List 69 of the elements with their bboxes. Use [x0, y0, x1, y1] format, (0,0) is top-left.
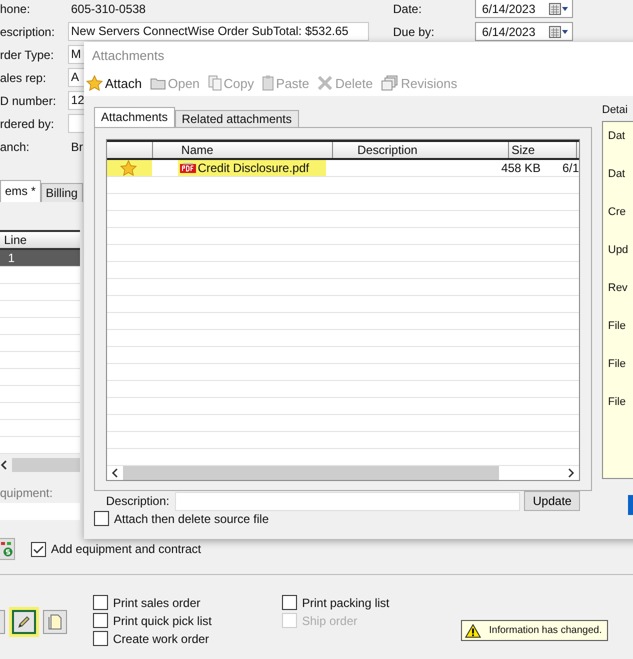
column-header: Name: [179, 142, 334, 158]
field-label: rdered by:: [0, 116, 56, 130]
tab[interactable]: ems *: [0, 180, 41, 202]
toolbar-button[interactable]: [0, 610, 5, 634]
detail-label: Rev: [608, 282, 629, 294]
detail-label: Cre: [608, 206, 627, 218]
print-option-checkbox[interactable]: Print quick pick list: [93, 613, 260, 628]
tab[interactable]: Related attachments: [174, 110, 299, 127]
text-field[interactable]: New Servers ConnectWise Order SubTotal: $532.65: [68, 22, 369, 41]
delete-icon: [317, 75, 334, 91]
window-title: Attachments: [91, 47, 166, 65]
date-field[interactable]: 6/14/2023: [475, 22, 573, 41]
table-row[interactable]: Credit Disclosure.pdf 458 KB 6/1: [107, 160, 579, 177]
print-option-checkbox[interactable]: Print sales order: [93, 595, 260, 610]
field-label: Due by:: [393, 24, 436, 38]
field-label: anch:: [0, 140, 30, 154]
detail-label: Dat: [608, 130, 626, 142]
detail-label: Upd: [608, 244, 630, 256]
field-value: 605-310-0538: [70, 2, 146, 16]
status-message: Information has changed.: [461, 620, 608, 641]
detail-label: Dat: [608, 168, 626, 180]
warning-icon: [465, 624, 481, 638]
star-icon: [120, 160, 138, 176]
pencil-icon: [17, 615, 31, 629]
field-label: quipment:: [0, 486, 54, 500]
update-button[interactable]: Update: [524, 491, 580, 511]
toolbar-button[interactable]: Attach: [86, 75, 142, 91]
tab[interactable]: Billing: [40, 183, 83, 202]
field-label: escription:: [0, 24, 56, 38]
calendar-dropdown-icon: [549, 2, 569, 14]
checkmark-icon: [33, 544, 44, 554]
column-header: Size: [509, 142, 577, 158]
document-button[interactable]: [43, 610, 67, 634]
star-icon: [86, 75, 103, 91]
calendar-dropdown-icon: [549, 26, 569, 38]
table-cell-text: 6/1: [561, 160, 579, 176]
field-label: rder Type:: [0, 48, 55, 62]
file-name: Credit Disclosure.pdf: [198, 160, 310, 176]
field-label: D number:: [0, 94, 58, 108]
field-value: Br: [70, 140, 83, 154]
detail-label: File: [608, 396, 627, 408]
field-label: Description:: [106, 494, 170, 508]
add-equipment-checkbox[interactable]: Add equipment and contract: [31, 542, 202, 556]
description-field[interactable]: [175, 492, 520, 510]
column-header: Line: [3, 233, 27, 247]
tab[interactable]: Attachments: [94, 107, 175, 127]
field-label: Date:: [393, 2, 423, 16]
horizontal-scrollbar[interactable]: [0, 458, 80, 472]
panel-title: Detai: [602, 104, 629, 118]
table-row[interactable]: 1: [0, 250, 80, 267]
pages-icon: [48, 614, 62, 630]
stacked-pages-icon: [380, 75, 399, 91]
equipment-button[interactable]: [0, 538, 15, 560]
detail-label: File: [608, 320, 627, 332]
detail-label: File: [608, 358, 627, 370]
pdf-file-icon: [180, 162, 196, 174]
print-option-checkbox[interactable]: Create work order: [93, 631, 260, 646]
delete-source-checkbox[interactable]: Attach then delete source file: [94, 511, 602, 526]
date-field[interactable]: 6/14/2023: [475, 0, 573, 18]
equipment-money-icon: [1, 541, 13, 557]
clipboard-icon: [262, 75, 274, 91]
field-label: hone:: [0, 2, 32, 16]
print-option-checkbox[interactable]: Print packing list: [282, 595, 449, 610]
copy-icon: [208, 75, 222, 91]
table-cell-text: 458 KB: [500, 160, 542, 176]
column-header: Description: [355, 142, 510, 158]
equipment-field[interactable]: [0, 503, 80, 520]
field-label: ales rep:: [0, 70, 48, 84]
attach-button[interactable]: [9, 607, 39, 637]
